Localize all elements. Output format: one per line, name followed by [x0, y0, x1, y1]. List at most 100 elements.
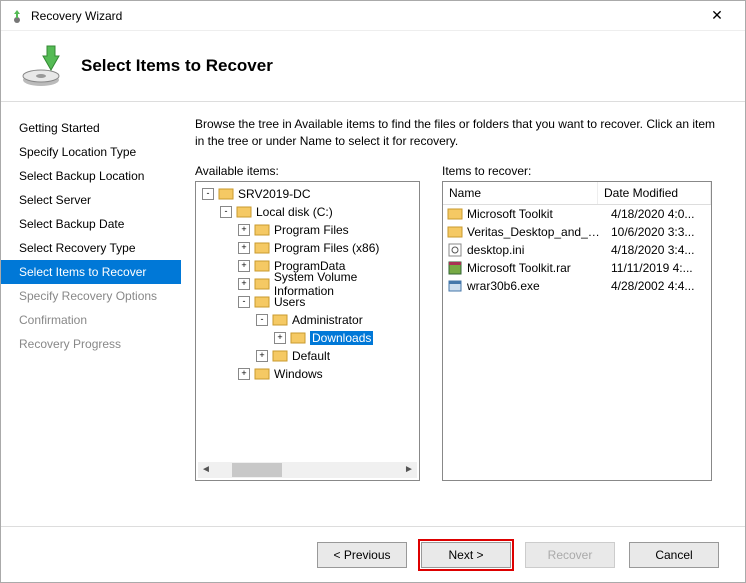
- item-name: Veritas_Desktop_and_La...: [467, 225, 605, 239]
- tree-node-root[interactable]: - SRV2019-DC: [196, 185, 419, 203]
- step-select-items-to-recover[interactable]: Select Items to Recover: [1, 260, 181, 284]
- item-name: Microsoft Toolkit: [467, 207, 605, 221]
- rar-file-icon: [447, 260, 463, 276]
- expander-icon[interactable]: -: [220, 206, 232, 218]
- server-icon: [218, 187, 234, 201]
- tree-node-label: Default: [292, 349, 330, 363]
- step-select-server[interactable]: Select Server: [1, 188, 181, 212]
- wizard-header: Select Items to Recover: [1, 31, 745, 101]
- expander-icon[interactable]: +: [256, 350, 268, 362]
- tree-node-program-files[interactable]: + Program Files: [196, 221, 419, 239]
- scroll-left-icon[interactable]: ◄: [198, 462, 214, 478]
- item-date: 10/6/2020 3:3...: [605, 225, 707, 239]
- expander-icon[interactable]: +: [238, 260, 250, 272]
- step-specify-location-type[interactable]: Specify Location Type: [1, 140, 181, 164]
- tree-node-label: SRV2019-DC: [238, 187, 310, 201]
- expander-icon[interactable]: +: [238, 278, 250, 290]
- ini-file-icon: [447, 242, 463, 258]
- expander-icon[interactable]: -: [238, 296, 250, 308]
- tree-node-windows[interactable]: + Windows: [196, 365, 419, 383]
- step-select-recovery-type[interactable]: Select Recovery Type: [1, 236, 181, 260]
- list-item[interactable]: Veritas_Desktop_and_La... 10/6/2020 3:3.…: [443, 223, 711, 241]
- item-date: 4/28/2002 4:4...: [605, 279, 707, 293]
- window-title: Recovery Wizard: [31, 9, 697, 23]
- tree-node-label: Windows: [274, 367, 323, 381]
- item-date: 4/18/2020 3:4...: [605, 243, 707, 257]
- recovery-icon: [19, 42, 67, 90]
- list-item[interactable]: desktop.ini 4/18/2020 3:4...: [443, 241, 711, 259]
- folder-icon: [254, 241, 270, 255]
- items-to-recover-label: Items to recover:: [442, 164, 712, 178]
- folder-icon: [447, 206, 463, 222]
- instructions-text: Browse the tree in Available items to fi…: [195, 116, 723, 150]
- recovery-wizard-window: Recovery Wizard ✕ Select Items to Recove…: [0, 0, 746, 583]
- tree-node-label: Users: [274, 295, 305, 309]
- folder-icon: [254, 367, 270, 381]
- recover-button: Recover: [525, 542, 615, 568]
- tree-node-system-volume-information[interactable]: + System Volume Information: [196, 275, 419, 293]
- tree-node-label: Administrator: [292, 313, 363, 327]
- expander-icon[interactable]: -: [256, 314, 268, 326]
- available-items-pane: Available items: - SRV2019-DC - Local di…: [195, 164, 420, 526]
- next-button[interactable]: Next >: [421, 542, 511, 568]
- folder-icon: [290, 331, 306, 345]
- tree-node-label: System Volume Information: [274, 270, 419, 298]
- page-heading: Select Items to Recover: [81, 56, 273, 76]
- step-recovery-progress: Recovery Progress: [1, 332, 181, 356]
- folder-icon: [254, 223, 270, 237]
- step-specify-recovery-options: Specify Recovery Options: [1, 284, 181, 308]
- close-button[interactable]: ✕: [697, 2, 737, 30]
- step-getting-started[interactable]: Getting Started: [1, 116, 181, 140]
- list-item[interactable]: wrar30b6.exe 4/28/2002 4:4...: [443, 277, 711, 295]
- step-select-backup-date[interactable]: Select Backup Date: [1, 212, 181, 236]
- expander-icon[interactable]: +: [238, 368, 250, 380]
- list-header[interactable]: Name Date Modified: [443, 182, 711, 205]
- folder-icon: [254, 277, 270, 291]
- tree-node-program-files-x86[interactable]: + Program Files (x86): [196, 239, 419, 257]
- folder-icon: [236, 205, 252, 219]
- tree-node-administrator[interactable]: - Administrator: [196, 311, 419, 329]
- wizard-body: Getting Started Specify Location Type Se…: [1, 101, 745, 526]
- title-bar: Recovery Wizard ✕: [1, 1, 745, 31]
- column-date-modified[interactable]: Date Modified: [598, 182, 711, 204]
- expander-icon[interactable]: +: [238, 224, 250, 236]
- steps-sidebar: Getting Started Specify Location Type Se…: [1, 102, 181, 526]
- item-date: 4/18/2020 4:0...: [605, 207, 707, 221]
- folder-icon: [447, 224, 463, 240]
- scroll-right-icon[interactable]: ►: [401, 462, 417, 478]
- folder-icon: [254, 295, 270, 309]
- item-date: 11/11/2019 4:...: [605, 261, 707, 275]
- items-to-recover-list[interactable]: Name Date Modified Microsoft Toolkit 4/1…: [442, 181, 712, 481]
- horizontal-scrollbar[interactable]: ◄ ►: [198, 462, 417, 478]
- column-name[interactable]: Name: [443, 182, 598, 204]
- list-item[interactable]: Microsoft Toolkit.rar 11/11/2019 4:...: [443, 259, 711, 277]
- exe-file-icon: [447, 278, 463, 294]
- items-to-recover-pane: Items to recover: Name Date Modified Mic…: [442, 164, 712, 526]
- wizard-footer: < Previous Next > Recover Cancel: [1, 526, 745, 582]
- item-name: desktop.ini: [467, 243, 605, 257]
- expander-icon[interactable]: +: [238, 242, 250, 254]
- list-item[interactable]: Microsoft Toolkit 4/18/2020 4:0...: [443, 205, 711, 223]
- app-icon: [9, 8, 25, 24]
- expander-icon[interactable]: -: [202, 188, 214, 200]
- step-confirmation: Confirmation: [1, 308, 181, 332]
- expander-icon[interactable]: +: [274, 332, 286, 344]
- item-name: wrar30b6.exe: [467, 279, 605, 293]
- item-name: Microsoft Toolkit.rar: [467, 261, 605, 275]
- cancel-button[interactable]: Cancel: [629, 542, 719, 568]
- tree-node-local-disk[interactable]: - Local disk (C:): [196, 203, 419, 221]
- tree-node-label: Program Files: [274, 223, 349, 237]
- available-items-label: Available items:: [195, 164, 420, 178]
- previous-button[interactable]: < Previous: [317, 542, 407, 568]
- tree-node-label: Program Files (x86): [274, 241, 379, 255]
- tree-node-label: Local disk (C:): [256, 205, 333, 219]
- tree-node-default[interactable]: + Default: [196, 347, 419, 365]
- folder-icon: [272, 313, 288, 327]
- scroll-thumb[interactable]: [232, 463, 282, 477]
- available-items-tree[interactable]: - SRV2019-DC - Local disk (C:) + Program…: [195, 181, 420, 481]
- tree-node-downloads[interactable]: + Downloads: [196, 329, 419, 347]
- folder-icon: [272, 349, 288, 363]
- step-select-backup-location[interactable]: Select Backup Location: [1, 164, 181, 188]
- main-content: Browse the tree in Available items to fi…: [181, 102, 745, 526]
- tree-node-label: Downloads: [310, 331, 373, 345]
